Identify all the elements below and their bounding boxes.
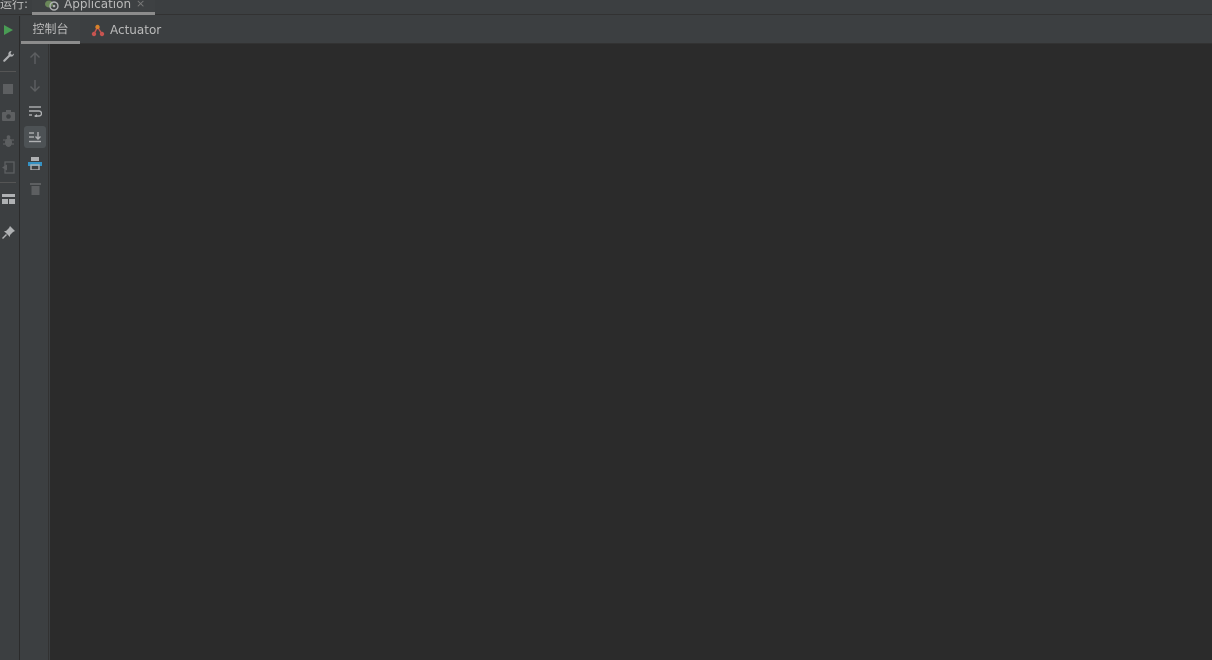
tab-console-label: 控制台 [32, 22, 69, 36]
wrench-icon[interactable] [0, 48, 16, 64]
actuator-icon [91, 24, 105, 37]
run-tab-strip: 运行: Application × [0, 0, 1212, 15]
run-icon[interactable] [0, 22, 16, 38]
spring-boot-icon [44, 0, 60, 12]
tab-actuator-label: Actuator [110, 23, 162, 37]
exit-icon[interactable] [0, 159, 16, 175]
console-toolbar [21, 44, 49, 660]
arrow-down-icon[interactable] [24, 74, 46, 96]
run-tool-window: 运行: Application × 控制台 Actuator [0, 0, 1212, 660]
soft-wrap-icon[interactable] [24, 100, 46, 122]
toolbar-separator [0, 182, 16, 183]
print-icon[interactable] [24, 152, 46, 174]
toolbar-separator [0, 71, 16, 72]
tab-actuator[interactable]: Actuator [91, 16, 171, 44]
run-label: 运行: [0, 0, 29, 11]
run-tab-application[interactable]: Application × [32, 0, 155, 15]
layout-icon[interactable] [0, 191, 16, 207]
debug-bug-icon[interactable] [0, 133, 16, 149]
console-output[interactable] [50, 44, 1212, 660]
tab-console[interactable]: 控制台 [21, 16, 80, 44]
run-actions-toolbar [0, 16, 20, 660]
close-icon[interactable]: × [136, 0, 145, 11]
scroll-to-end-icon[interactable] [24, 126, 46, 148]
pin-icon[interactable] [0, 224, 16, 240]
run-tab-title: Application [64, 0, 132, 11]
stop-icon[interactable] [0, 81, 16, 97]
console-tab-bar: 控制台 Actuator [21, 16, 1212, 44]
arrow-up-icon[interactable] [24, 47, 46, 69]
camera-icon[interactable] [0, 107, 16, 123]
trash-icon[interactable] [24, 177, 46, 199]
